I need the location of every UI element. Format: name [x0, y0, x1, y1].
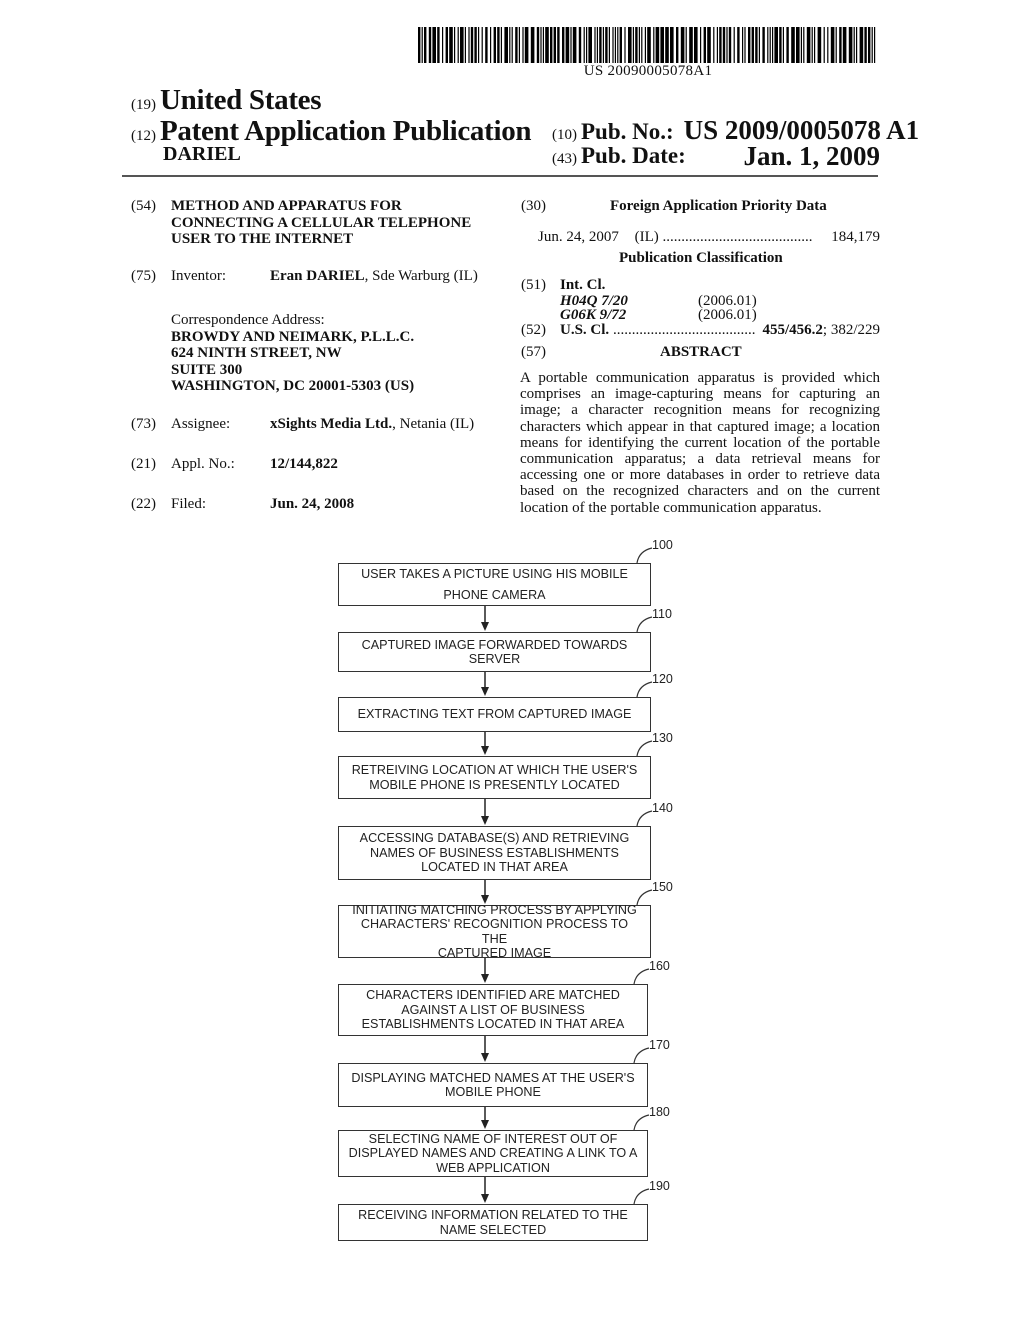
step-reference-number: 100 — [652, 538, 673, 552]
flowchart-step-190: RECEIVING INFORMATION RELATED TO THE NAME… — [338, 1204, 648, 1241]
step-text-line: LOCATED IN THAT AREA — [421, 860, 568, 875]
step-text-line: MOBILE PHONE — [445, 1085, 541, 1099]
step-text-line: ACCESSING DATABASE(S) AND RETRIEVING — [359, 831, 630, 846]
reference-leader-line — [636, 547, 653, 564]
flow-arrowhead — [481, 622, 489, 631]
reference-leader-line — [633, 1047, 650, 1064]
step-reference-number: 160 — [649, 959, 670, 973]
step-reference-number: 180 — [649, 1105, 670, 1119]
step-text-line: SERVER — [468, 652, 521, 666]
flow-arrowhead — [481, 816, 489, 825]
step-text-line: CAPTURED IMAGE FORWARDED TOWARDS — [361, 637, 628, 652]
step-reference-number: 110 — [652, 607, 672, 621]
flowchart-step-150: INITIATING MATCHING PROCESS BY APPLYING C… — [338, 902, 651, 960]
flowchart-step-170: DISPLAYING MATCHED NAMES AT THE USER'S MO… — [338, 1063, 648, 1107]
step-text-line: CHARACTERS' RECOGNITION PROCESS TO THE — [360, 917, 629, 946]
flowchart-step-180: SELECTING NAME OF INTEREST OUT OF DISPLAY… — [338, 1130, 648, 1177]
step-text-line: AGAINST A LIST OF BUSINESS — [401, 1002, 585, 1017]
step-text-line: NAMES OF BUSINESS ESTABLISHMENTS — [370, 845, 619, 860]
reference-leader-line — [636, 740, 653, 757]
flow-arrowhead — [481, 1053, 489, 1062]
flow-arrowhead — [481, 746, 489, 755]
step-text-line: DISPLAYED NAMES AND CREATING A LINK TO A — [348, 1146, 638, 1161]
step-reference-number: 190 — [649, 1179, 670, 1193]
reference-leader-line — [636, 681, 653, 698]
step-text-line: EXTRACTING TEXT FROM CAPTURED IMAGE — [357, 707, 632, 722]
step-text-line: CHARACTERS IDENTIFIED ARE MATCHED — [366, 988, 620, 1003]
step-text-line: USER TAKES A PICTURE USING HIS MOBILE — [361, 566, 628, 581]
flow-arrowhead — [481, 687, 489, 696]
flowchart: USER TAKES A PICTURE USING HIS MOBILE PHO… — [0, 0, 1024, 1320]
flow-arrowhead — [481, 1120, 489, 1129]
reference-leader-line — [633, 1114, 650, 1131]
reference-leader-line — [633, 968, 650, 985]
flow-arrowhead — [481, 974, 489, 983]
flowchart-step-130: RETREIVING LOCATION AT WHICH THE USER'S M… — [338, 756, 651, 799]
step-text-line: CAPTURED IMAGE — [437, 946, 552, 960]
reference-leader-line — [636, 616, 653, 633]
reference-leader-line — [636, 810, 653, 827]
step-text-line: PHONE CAMERA — [443, 587, 546, 602]
flowchart-step-140: ACCESSING DATABASE(S) AND RETRIEVING NAME… — [338, 826, 651, 880]
step-text-line: SELECTING NAME OF INTEREST OUT OF — [368, 1131, 618, 1146]
step-reference-number: 120 — [652, 672, 673, 686]
step-text-line: INITIATING MATCHING PROCESS BY APPLYING — [352, 902, 637, 917]
reference-leader-line — [633, 1188, 650, 1205]
step-text-line: RETREIVING LOCATION AT WHICH THE USER'S — [351, 763, 638, 777]
step-text-line: RECEIVING INFORMATION RELATED TO THE — [358, 1208, 628, 1222]
flowchart-step-110: CAPTURED IMAGE FORWARDED TOWARDS SERVER — [338, 632, 651, 672]
flow-arrowhead — [481, 1194, 489, 1203]
step-reference-number: 130 — [652, 731, 673, 745]
step-text-line: ESTABLISHMENTS LOCATED IN THAT AREA — [361, 1017, 625, 1032]
step-text-line: NAME SELECTED — [439, 1222, 547, 1237]
flowchart-step-160: CHARACTERS IDENTIFIED ARE MATCHED AGAINST… — [338, 984, 648, 1036]
step-text-line: WEB APPLICATION — [436, 1160, 550, 1175]
flowchart-step-120: EXTRACTING TEXT FROM CAPTURED IMAGE — [338, 697, 651, 732]
step-reference-number: 140 — [652, 801, 673, 815]
step-reference-number: 170 — [649, 1038, 670, 1052]
flowchart-step-100: USER TAKES A PICTURE USING HIS MOBILE PHO… — [338, 563, 651, 606]
step-reference-number: 150 — [652, 880, 673, 894]
step-text-line: MOBILE PHONE IS PRESENTLY LOCATED — [369, 777, 620, 792]
step-text-line: DISPLAYING MATCHED NAMES AT THE USER'S — [351, 1070, 635, 1085]
